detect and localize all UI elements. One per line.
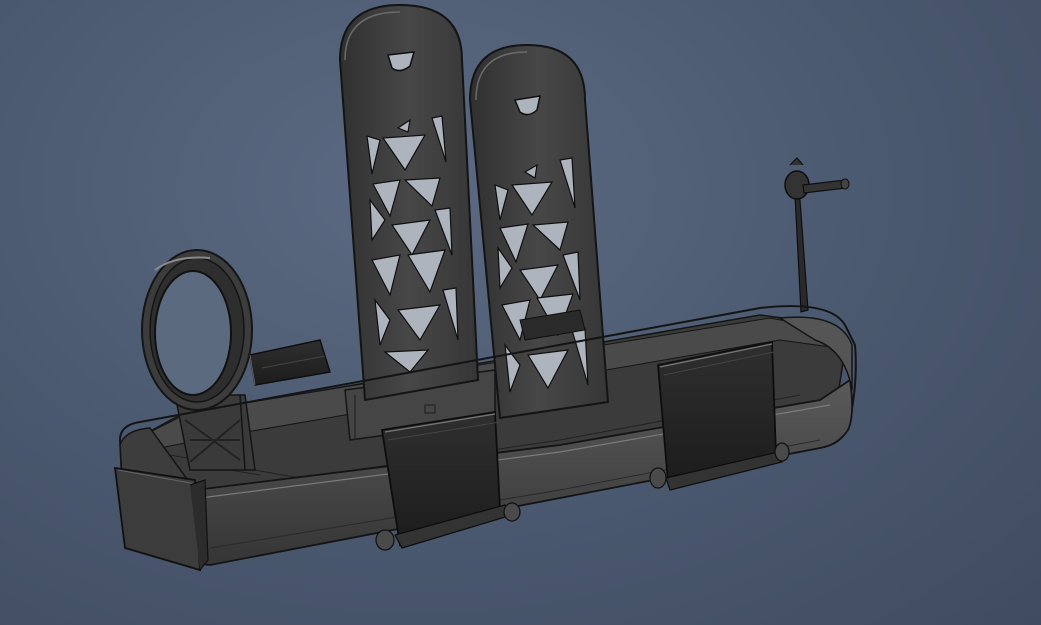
ring-mount[interactable] xyxy=(141,249,253,411)
cad-3d-viewport[interactable] xyxy=(0,0,1041,625)
side-pin-lever[interactable] xyxy=(784,157,850,313)
pedal-plate-left[interactable] xyxy=(338,3,480,402)
rear-clip-left[interactable] xyxy=(249,339,331,386)
front-clip-right[interactable] xyxy=(649,340,790,491)
left-end-strap[interactable] xyxy=(113,466,209,572)
cad-model-render[interactable] xyxy=(0,0,1041,625)
